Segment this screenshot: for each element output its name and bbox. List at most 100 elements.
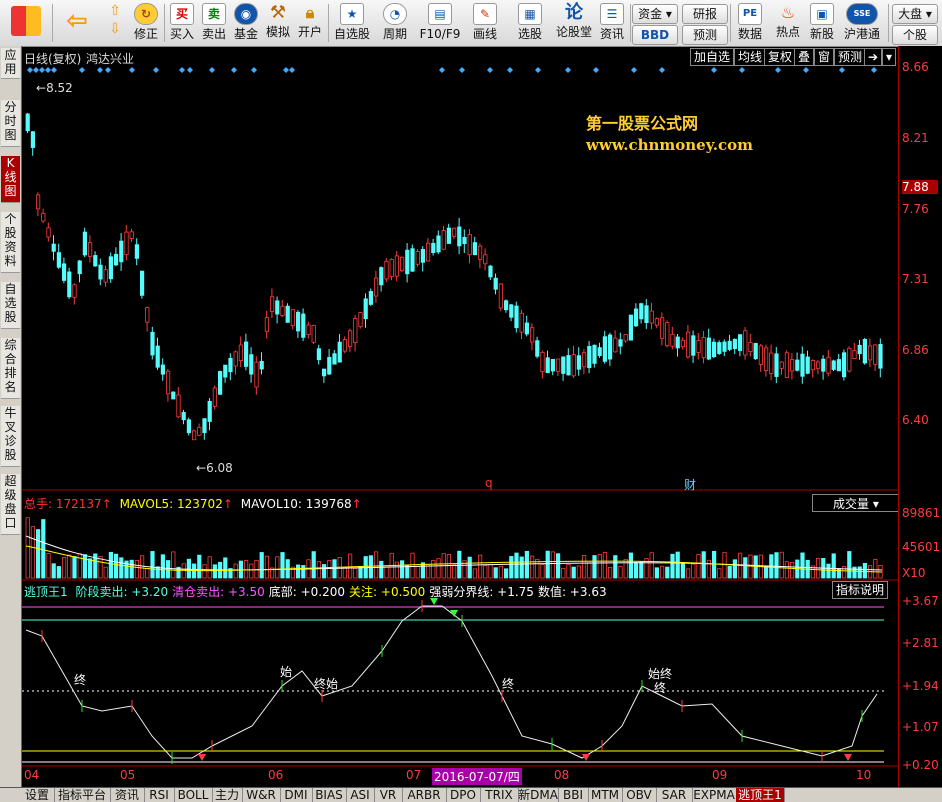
sidebar-tab-level2[interactable]: 超级盘口: [1, 474, 20, 535]
sidebar-tab-profile[interactable]: 个股资料: [1, 212, 20, 273]
toolbar-screener-button[interactable]: ▦ 选股: [510, 2, 550, 44]
toolbar-f10-button[interactable]: ▤ F10/F9: [418, 2, 462, 44]
sidebar-tab-apps[interactable]: 应用: [1, 48, 20, 79]
volume-bar: [493, 567, 498, 579]
toolbar-period-button[interactable]: ◔ 周期: [376, 2, 414, 44]
signal-diamond: [659, 67, 665, 73]
indicator-tab[interactable]: TRIX: [480, 788, 519, 802]
toolbar-hot-button[interactable]: ♨ 热点: [772, 2, 804, 44]
ma-button[interactable]: 均线: [734, 48, 767, 66]
volume-bar: [826, 563, 831, 579]
candle-body: [618, 339, 623, 347]
volume-bar: [316, 561, 322, 579]
indicator-tab[interactable]: EXPMA: [692, 788, 737, 802]
high-price-value: 8.52: [46, 81, 73, 95]
refresh-icon: ↻: [134, 3, 158, 25]
candle-body: [540, 351, 545, 373]
indicator-tab[interactable]: BIAS: [312, 788, 347, 802]
candle-body: [602, 336, 608, 362]
signal-diamond: [871, 67, 877, 73]
volume-bar: [529, 555, 535, 579]
indicator-tab[interactable]: SAR: [656, 788, 693, 802]
toolbar-buy-button[interactable]: 买 买入: [168, 2, 196, 44]
market-pill[interactable]: 大盘 ▾: [892, 4, 938, 24]
bbd-pill[interactable]: BBD: [632, 25, 678, 45]
volume-bar: [72, 556, 77, 579]
forecast-pill[interactable]: 预测: [682, 25, 728, 45]
toolbar-divider: [730, 4, 731, 42]
toolbar-news-button[interactable]: ☰ 资讯: [598, 2, 626, 44]
indicator-tab[interactable]: VR: [374, 788, 403, 802]
indicator-tab[interactable]: 资讯: [110, 788, 145, 802]
volume-selector[interactable]: 成交量 ▾: [812, 494, 906, 512]
indicator-explain-button[interactable]: 指标说明: [832, 581, 889, 599]
toolbar-draw-button[interactable]: ✎ 画线: [466, 2, 504, 44]
overlay-button[interactable]: 叠: [794, 48, 815, 66]
toolbar-fund-button[interactable]: ◉ 基金: [232, 2, 260, 44]
candle-body: [743, 330, 748, 356]
candle-body: [327, 356, 332, 375]
candle-body: [264, 317, 269, 332]
toolbar-simulate-button[interactable]: ⚒ 模拟: [264, 2, 292, 44]
toolbar-open-account-button[interactable]: 🔒︎ 开户: [296, 2, 324, 44]
sidebar-tab-intraday[interactable]: 分时图: [1, 100, 20, 147]
toolbar-back-button[interactable]: ⇦: [60, 2, 94, 44]
indicator-tab[interactable]: ARBR: [402, 788, 447, 802]
toolbar-watchlist-button[interactable]: ★ 自选股: [332, 2, 372, 44]
candle-body: [145, 307, 150, 323]
indicator-tab[interactable]: BBI: [558, 788, 589, 802]
sidebar-tab-ranking[interactable]: 综合排名: [1, 338, 20, 399]
indicator-tab[interactable]: 新DMA: [518, 788, 559, 802]
volume-bar: [519, 556, 524, 579]
indicator-tab[interactable]: MTM: [588, 788, 623, 802]
adjust-button[interactable]: 复权: [764, 48, 797, 66]
volume-bar: [670, 553, 675, 579]
indicator-tab[interactable]: ASI: [346, 788, 375, 802]
indicator-tab[interactable]: 逃顶王1: [736, 788, 785, 802]
toolbar-data-button[interactable]: PE 数据: [734, 2, 766, 44]
signal-diamond: [45, 67, 51, 73]
indicator-tab[interactable]: 指标平台: [54, 788, 111, 802]
expand-icon[interactable]: ➔: [864, 48, 883, 66]
indicator-tab[interactable]: 设置: [20, 788, 55, 802]
volume-bar: [597, 554, 602, 579]
indicator-tab[interactable]: OBV: [622, 788, 657, 802]
toolbar-sell-button[interactable]: 卖 卖出: [200, 2, 228, 44]
toolbar-updown-button[interactable]: ⇧ ⇩: [102, 2, 128, 44]
chart-area[interactable]: 终始终始终始终终 日线(复权) 鸿达兴业 加自选 均线 复权 叠 窗 预测 ➔ …: [22, 46, 906, 788]
chevron-down-icon[interactable]: ▾: [882, 48, 897, 66]
volume-bar: [550, 551, 556, 579]
toolbar-fix-button[interactable]: ↻ 修正: [132, 2, 160, 44]
toolbar-forum-button[interactable]: 论 论股堂: [554, 2, 594, 44]
candle-body: [155, 345, 160, 368]
signal-diamond: [711, 67, 717, 73]
volume-bar: [680, 563, 686, 579]
add-watchlist-button[interactable]: 加自选: [690, 48, 735, 66]
signal-diamond: [51, 67, 57, 73]
sidebar-tab-watchlist[interactable]: 自选股: [1, 282, 20, 329]
sidebar-tab-diagnosis[interactable]: 牛叉诊股: [1, 406, 20, 467]
capital-pill[interactable]: 资金 ▾: [632, 4, 678, 24]
indicator-tab[interactable]: DMI: [280, 788, 313, 802]
signal-diamond: [803, 67, 809, 73]
volume-bar: [800, 552, 805, 579]
candle-body: [140, 270, 145, 296]
indicator-tab[interactable]: RSI: [144, 788, 175, 802]
sidebar-tab-kline[interactable]: K线图: [1, 156, 20, 203]
window-button[interactable]: 窗: [814, 48, 835, 66]
forecast-button[interactable]: 预测: [834, 48, 867, 66]
volume-bar: [753, 555, 758, 579]
volume-bar: [207, 556, 212, 579]
signal-diamond: [487, 67, 493, 73]
indicator-tab[interactable]: 主力: [212, 788, 243, 802]
single-stock-pill[interactable]: 个股: [892, 25, 938, 45]
toolbar-hk-connect-button[interactable]: SSE 沪港通: [840, 2, 884, 44]
research-pill[interactable]: 研报: [682, 4, 728, 24]
toolbar-newstock-button[interactable]: ▣ 新股: [806, 2, 838, 44]
indicator-tab[interactable]: BOLL: [174, 788, 213, 802]
candle-body: [425, 242, 431, 262]
toolbar-grid-button[interactable]: [6, 2, 46, 44]
candle-body: [842, 352, 847, 378]
indicator-tab[interactable]: W&R: [242, 788, 281, 802]
indicator-tab[interactable]: DPO: [446, 788, 481, 802]
